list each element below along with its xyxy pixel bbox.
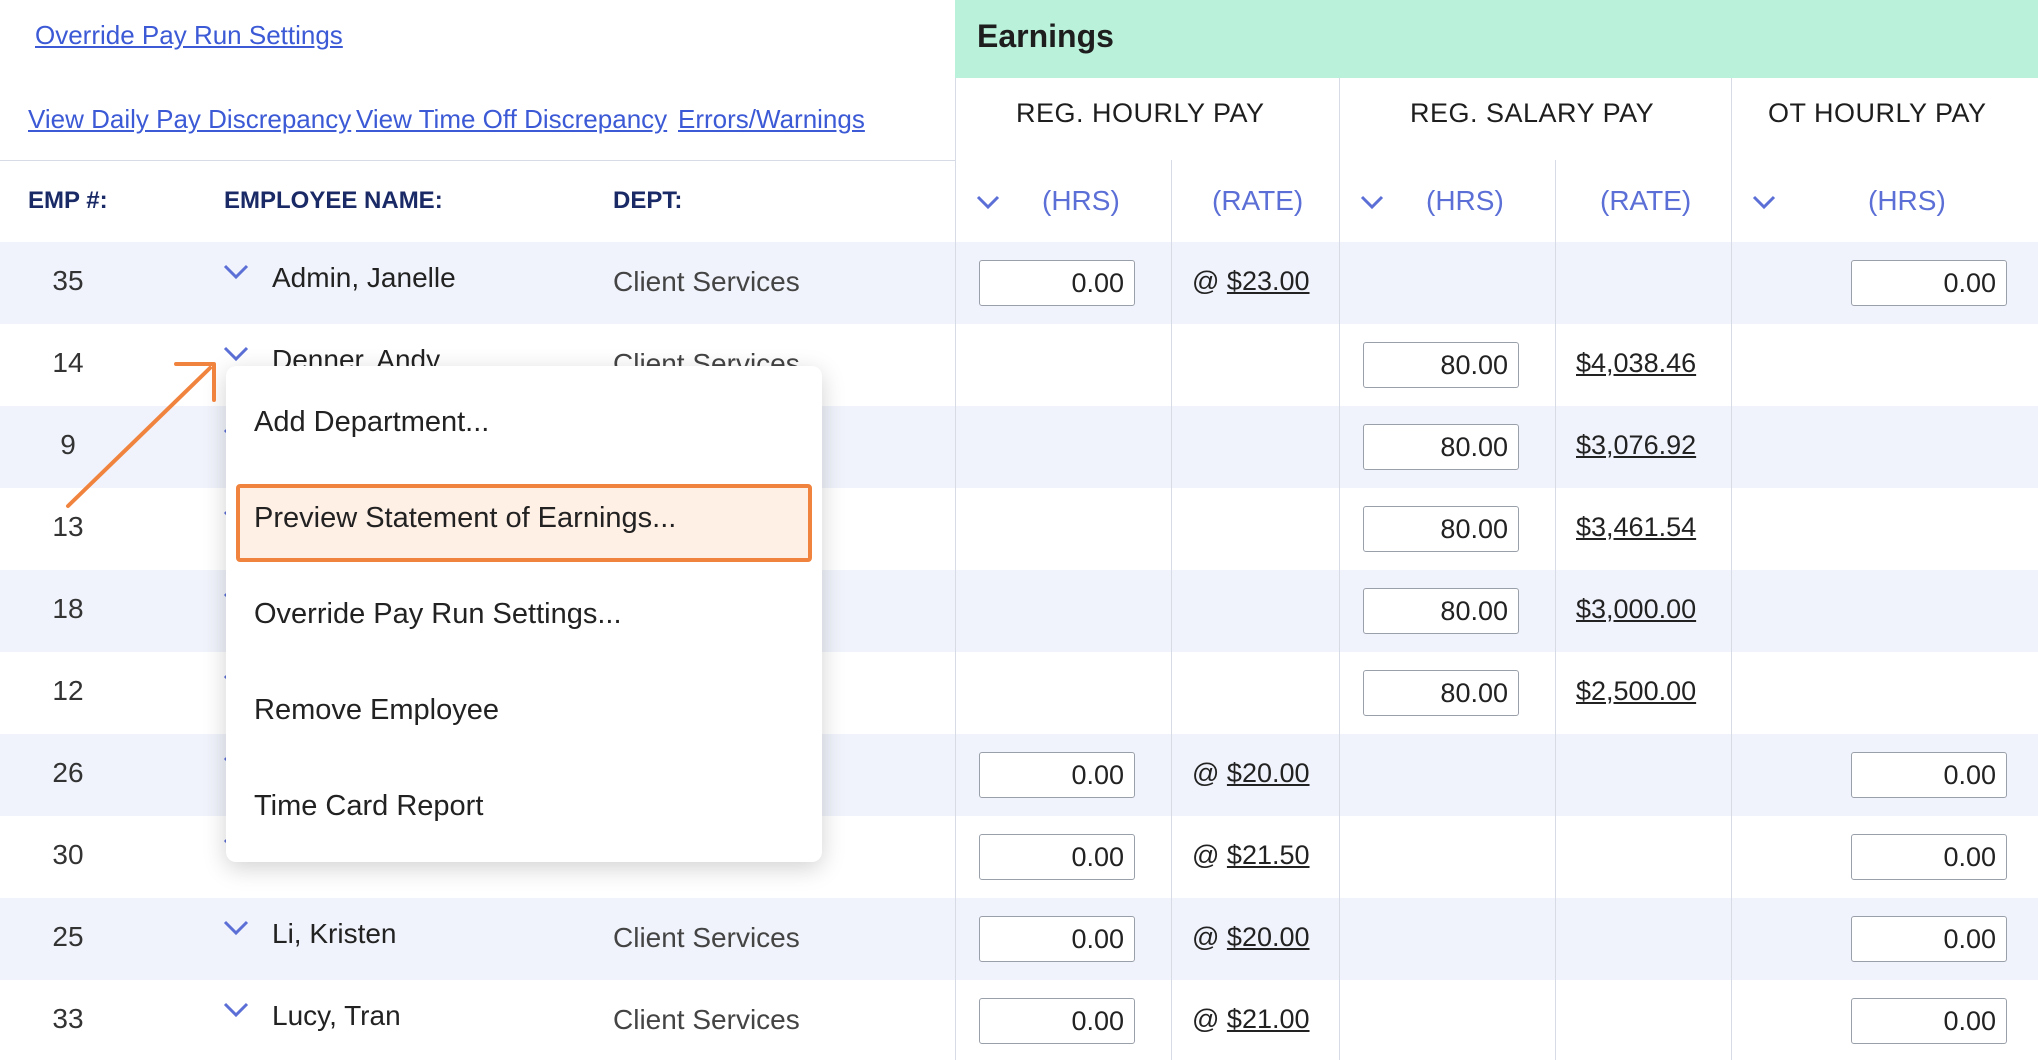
payroll-grid: Override Pay Run Settings View Daily Pay… xyxy=(0,0,2038,1060)
annotation-arrow-icon xyxy=(66,362,216,508)
